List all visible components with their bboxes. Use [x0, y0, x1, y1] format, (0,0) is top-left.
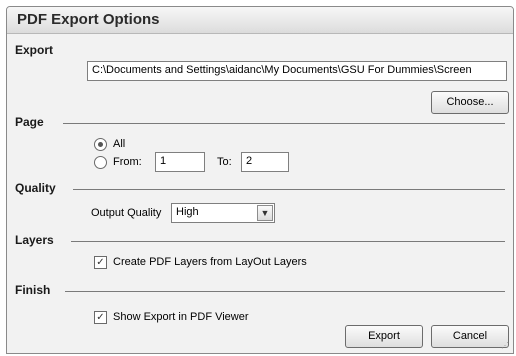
- create-layers-checkbox[interactable]: ✓: [94, 256, 107, 269]
- page-section-divider: [63, 123, 505, 124]
- radio-selected-icon: [98, 142, 103, 147]
- title-bar[interactable]: PDF Export Options: [7, 7, 513, 34]
- export-section-label: Export: [15, 43, 58, 57]
- checkmark-icon: ✓: [96, 312, 105, 323]
- page-all-radio[interactable]: [94, 138, 107, 151]
- quality-section-label: Quality: [15, 181, 60, 195]
- layers-section-label: Layers: [15, 233, 58, 247]
- output-quality-value: High: [176, 206, 199, 218]
- page-from-radio[interactable]: [94, 156, 107, 169]
- page-from-field[interactable]: 1: [155, 152, 205, 172]
- finish-section: Finish: [15, 283, 505, 297]
- cancel-button[interactable]: Cancel: [431, 325, 509, 348]
- choose-button[interactable]: Choose...: [431, 91, 509, 114]
- finish-section-label: Finish: [15, 283, 55, 297]
- export-path-field[interactable]: C:\Documents and Settings\aidanc\My Docu…: [87, 61, 507, 81]
- dialog-title: PDF Export Options: [17, 11, 160, 28]
- checkmark-icon: ✓: [96, 257, 105, 268]
- page-to-label: To:: [217, 156, 232, 168]
- quality-section-divider: [73, 189, 505, 190]
- create-layers-label: Create PDF Layers from LayOut Layers: [113, 256, 307, 268]
- output-quality-select[interactable]: High ▼: [171, 203, 275, 223]
- export-button[interactable]: Export: [345, 325, 423, 348]
- export-section: Export: [15, 43, 505, 57]
- show-in-viewer-checkbox[interactable]: ✓: [94, 311, 107, 324]
- quality-section: Quality: [15, 181, 505, 195]
- page-from-label: From:: [113, 156, 142, 168]
- show-in-viewer-label: Show Export in PDF Viewer: [113, 311, 249, 323]
- page-all-label: All: [113, 138, 126, 150]
- chevron-down-icon[interactable]: ▼: [257, 205, 273, 221]
- pdf-export-dialog: PDF Export Options Export C:\Documents a…: [6, 6, 514, 354]
- page-section-label: Page: [15, 115, 48, 129]
- resize-grip-icon[interactable]: ⋰: [501, 341, 511, 351]
- layers-section-divider: [71, 241, 505, 242]
- page-to-field[interactable]: 2: [241, 152, 289, 172]
- finish-section-divider: [65, 291, 505, 292]
- layers-section: Layers: [15, 233, 505, 247]
- page-section: Page: [15, 115, 505, 129]
- output-quality-label: Output Quality: [91, 207, 162, 219]
